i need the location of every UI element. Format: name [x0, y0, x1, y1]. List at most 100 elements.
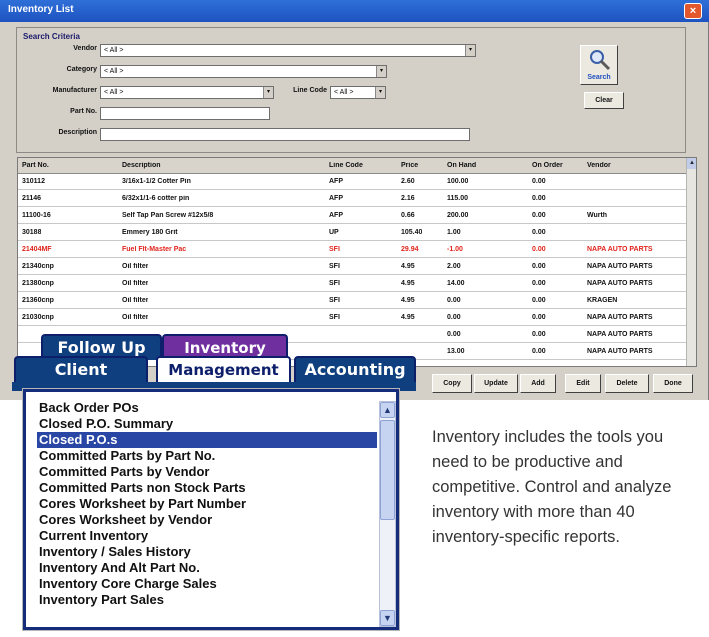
scrollbar-thumb[interactable]: [380, 420, 395, 520]
cell-on-order: 0.00: [532, 280, 546, 287]
cell-price: 4.95: [401, 280, 415, 287]
report-list-item[interactable]: Closed P.O. Summary: [37, 416, 377, 432]
cell-on-order: 0.00: [532, 246, 546, 253]
cell-on-order: 0.00: [532, 331, 546, 338]
column-header-on-hand[interactable]: On Hand: [447, 162, 476, 169]
cell-on-order: 0.00: [532, 212, 546, 219]
report-list-item[interactable]: Back Order POs: [37, 400, 377, 416]
cell-vendor: KRAGEN: [587, 297, 618, 304]
category-select[interactable]: < All > ▾: [100, 65, 387, 78]
table-row[interactable]: 11100-16 Self Tap Pan Screw #12x5/8 AFP 0.6…: [18, 208, 686, 224]
report-list-item[interactable]: Committed Parts non Stock Parts: [37, 480, 377, 496]
part-no-input[interactable]: [100, 107, 270, 120]
report-list-item[interactable]: Inventory And Alt Part No.: [37, 560, 377, 576]
cell-price: 105.40: [401, 229, 423, 236]
column-header-part-no[interactable]: Part No.: [22, 162, 49, 169]
cell-price: 4.95: [401, 314, 415, 321]
cell-description: Fuel Flt-Master Pac: [122, 246, 187, 253]
report-list-scrollbar[interactable]: ▲ ▼: [379, 401, 396, 627]
table-row[interactable]: 21030cnp Oil filter SFI 4.95 0.00 0.00 NAPA AU…: [18, 310, 686, 326]
line-code-select-value: < All >: [334, 89, 354, 96]
cell-part-no: 21146: [22, 195, 42, 202]
report-list-item[interactable]: Inventory Part Sales: [37, 592, 377, 608]
add-button[interactable]: Add: [520, 374, 556, 393]
cell-part-no: 21030cnp: [22, 314, 54, 321]
cell-description: Oil filter: [122, 263, 149, 270]
scroll-down-icon[interactable]: ▼: [380, 610, 395, 626]
manufacturer-select[interactable]: < All > ▾: [100, 86, 274, 99]
cell-price: 2.16: [401, 195, 415, 202]
clear-button[interactable]: Clear: [584, 92, 624, 109]
line-code-select[interactable]: < All > ▾: [330, 86, 386, 99]
cell-price: 4.95: [401, 263, 415, 270]
search-icon: [590, 50, 611, 71]
chevron-down-icon[interactable]: ▾: [375, 87, 385, 98]
title-bar[interactable]: Inventory List ×: [0, 0, 709, 22]
grid-scrollbar[interactable]: ▲: [686, 158, 696, 366]
done-button[interactable]: Done: [653, 374, 693, 393]
table-row[interactable]: 21360cnp Oil filter SFI 4.95 0.00 0.00 KRAGEN: [18, 293, 686, 309]
report-list-item[interactable]: Closed P.O.s: [37, 432, 377, 448]
search-button-label: Search: [587, 74, 611, 81]
chevron-down-icon[interactable]: ▾: [376, 66, 386, 77]
tab-accounting-label: Accounting: [304, 360, 406, 379]
vendor-select-value: < All >: [104, 47, 124, 54]
cell-description: Oil filter: [122, 297, 149, 304]
tab-management[interactable]: Management: [156, 356, 291, 382]
table-row[interactable]: 21380cnp Oil filter SFI 4.95 14.00 0.00 NAPA A…: [18, 276, 686, 292]
vendor-label: Vendor: [73, 45, 97, 52]
tab-accounting[interactable]: Accounting: [294, 356, 416, 382]
manufacturer-select-value: < All >: [104, 89, 124, 96]
cell-vendor: NAPA AUTO PARTS: [587, 331, 653, 338]
cell-part-no: 30188: [22, 229, 42, 236]
marketing-caption: Inventory includes the tools you need to…: [432, 428, 672, 546]
manufacturer-label: Manufacturer: [52, 87, 97, 94]
cell-part-no: 21340cnp: [22, 263, 54, 270]
table-row[interactable]: 21404MF Fuel Flt-Master Pac SFI 29.94 -1.00 0…: [18, 242, 686, 258]
cell-line-code: AFP: [329, 212, 343, 219]
report-list-item[interactable]: Cores Worksheet by Part Number: [37, 496, 377, 512]
table-row[interactable]: 21340cnp Oil filter SFI 4.95 2.00 0.00 NAPA AU…: [18, 259, 686, 275]
description-label: Description: [58, 129, 97, 136]
part-no-label: Part No.: [70, 108, 97, 115]
column-header-line-code[interactable]: Line Code: [329, 162, 363, 169]
report-list-item[interactable]: Committed Parts by Vendor: [37, 464, 377, 480]
report-list[interactable]: Back Order POs Closed P.O. Summary Closed …: [37, 400, 377, 608]
table-row[interactable]: 30188 Emmery 180 Grit UP 105.40 1.00 0.00: [18, 225, 686, 241]
column-header-vendor[interactable]: Vendor: [587, 162, 611, 169]
description-input[interactable]: [100, 128, 470, 141]
cell-line-code: SFI: [329, 314, 340, 321]
tab-management-label: Management: [168, 361, 279, 379]
cell-price: 0.66: [401, 212, 415, 219]
table-row[interactable]: 21146 6/32x1/1-6 cotter pin AFP 2.16 115.00 0…: [18, 191, 686, 207]
tab-follow-up-label: Follow Up: [57, 338, 146, 357]
report-list-item[interactable]: Cores Worksheet by Vendor: [37, 512, 377, 528]
column-header-description[interactable]: Description: [122, 162, 161, 169]
tab-client[interactable]: Client: [14, 356, 148, 382]
report-list-item[interactable]: Inventory Core Charge Sales: [37, 576, 377, 592]
close-button[interactable]: ×: [684, 3, 702, 19]
vendor-select[interactable]: < All > ▾: [100, 44, 476, 57]
chevron-down-icon[interactable]: ▾: [263, 87, 273, 98]
table-row[interactable]: 310112 3/16x1-1/2 Cotter Pin AFP 2.60 100.00…: [18, 174, 686, 190]
report-list-item[interactable]: Committed Parts by Part No.: [37, 448, 377, 464]
cell-description: Self Tap Pan Screw #12x5/8: [122, 212, 214, 219]
update-button[interactable]: Update: [474, 374, 518, 393]
delete-button[interactable]: Delete: [605, 374, 649, 393]
cell-on-hand: -1.00: [447, 246, 463, 253]
search-button[interactable]: Search: [580, 45, 618, 85]
cell-part-no: 11100-16: [22, 212, 51, 219]
edit-button[interactable]: Edit: [565, 374, 601, 393]
cell-on-hand: 1.00: [447, 229, 461, 236]
report-list-item[interactable]: Inventory / Sales History: [37, 544, 377, 560]
copy-button[interactable]: Copy: [432, 374, 472, 393]
cell-on-hand: 115.00: [447, 195, 469, 202]
chevron-down-icon[interactable]: ▾: [465, 45, 475, 56]
cell-description: 3/16x1-1/2 Cotter Pin: [122, 178, 191, 185]
cell-line-code: UP: [329, 229, 339, 236]
column-header-on-order[interactable]: On Order: [532, 162, 563, 169]
column-header-price[interactable]: Price: [401, 162, 418, 169]
scroll-up-icon[interactable]: ▲: [380, 402, 395, 418]
report-list-item[interactable]: Current Inventory: [37, 528, 377, 544]
scroll-up-icon[interactable]: ▲: [687, 158, 696, 169]
